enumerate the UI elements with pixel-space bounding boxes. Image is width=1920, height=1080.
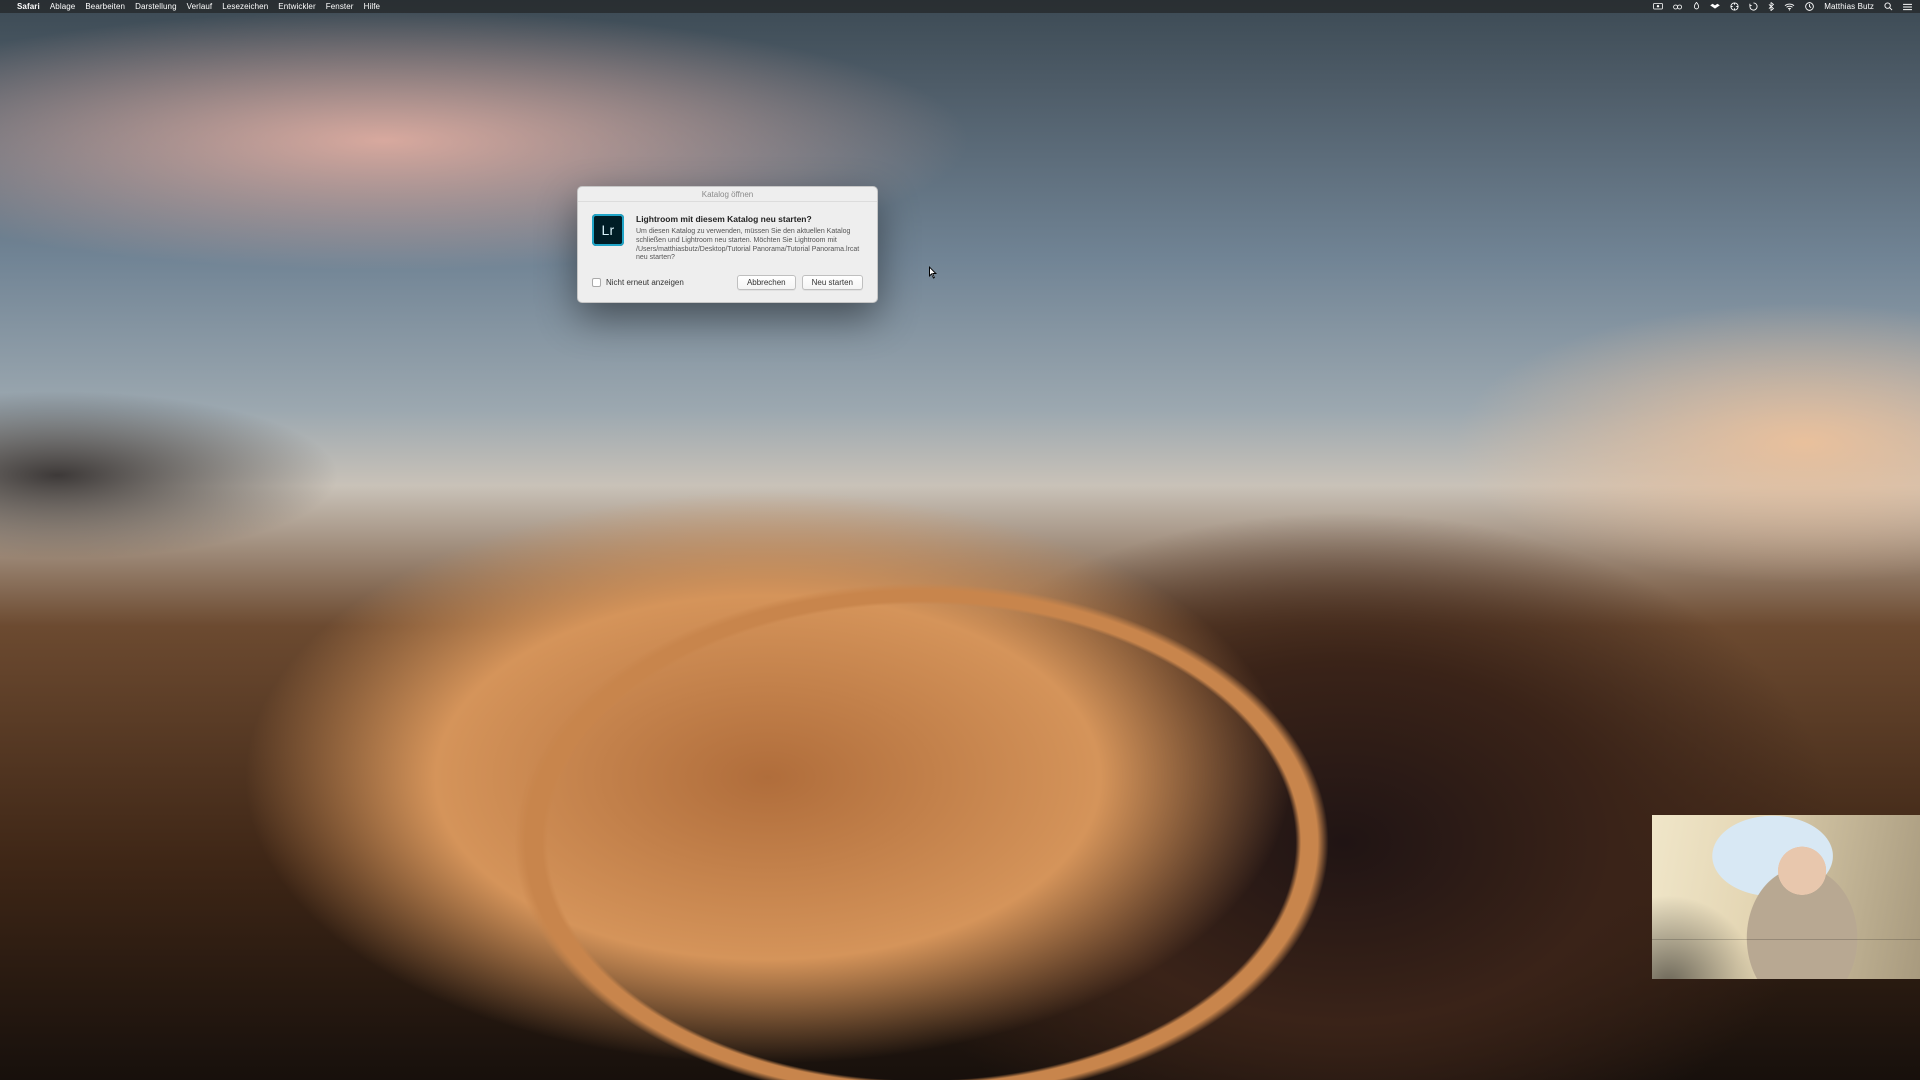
dialog-message-title: Lightroom mit diesem Katalog neu starten… [636,214,863,224]
notification-center-icon[interactable] [1903,3,1912,11]
menu-bookmarks[interactable]: Lesezeichen [222,2,268,11]
webcam-overlay [1652,815,1920,979]
creativecloud-icon[interactable] [1673,3,1683,11]
bluetooth-icon[interactable] [1768,2,1774,11]
user-name[interactable]: Matthias Butz [1824,2,1874,11]
dont-show-again-label: Nicht erneut anzeigen [606,278,684,287]
menu-help[interactable]: Hilfe [364,2,381,11]
lightroom-app-icon: Lr [592,214,624,246]
menu-file[interactable]: Ablage [50,2,76,11]
dont-show-again-checkbox[interactable] [592,278,601,287]
fan-control-icon[interactable] [1730,2,1739,11]
macos-menu-bar: Safari Ablage Bearbeiten Darstellung Ver… [0,0,1920,13]
menu-history[interactable]: Verlauf [187,2,213,11]
restart-button[interactable]: Neu starten [802,275,863,290]
menu-window[interactable]: Fenster [326,2,354,11]
current-app-name[interactable]: Safari [17,2,40,11]
mouse-cursor [929,266,939,280]
menu-view[interactable]: Darstellung [135,2,177,11]
cancel-button[interactable]: Abbrechen [737,275,796,290]
dropbox-icon[interactable] [1710,3,1720,11]
wifi-icon[interactable] [1784,3,1795,11]
open-catalog-dialog: Katalog öffnen Lr Lightroom mit diesem K… [577,186,878,303]
dialog-title: Katalog öffnen [578,187,877,202]
spotlight-icon[interactable] [1884,2,1893,11]
menu-developer[interactable]: Entwickler [278,2,315,11]
clock-icon[interactable] [1805,2,1814,11]
menu-edit[interactable]: Bearbeiten [85,2,125,11]
desktop-wallpaper[interactable] [0,0,1920,1080]
timemachine-icon[interactable] [1749,2,1758,11]
screen-record-icon[interactable] [1653,3,1663,11]
dialog-message-body: Um diesen Katalog zu verwenden, müssen S… [636,228,863,263]
backblaze-icon[interactable] [1693,2,1700,11]
